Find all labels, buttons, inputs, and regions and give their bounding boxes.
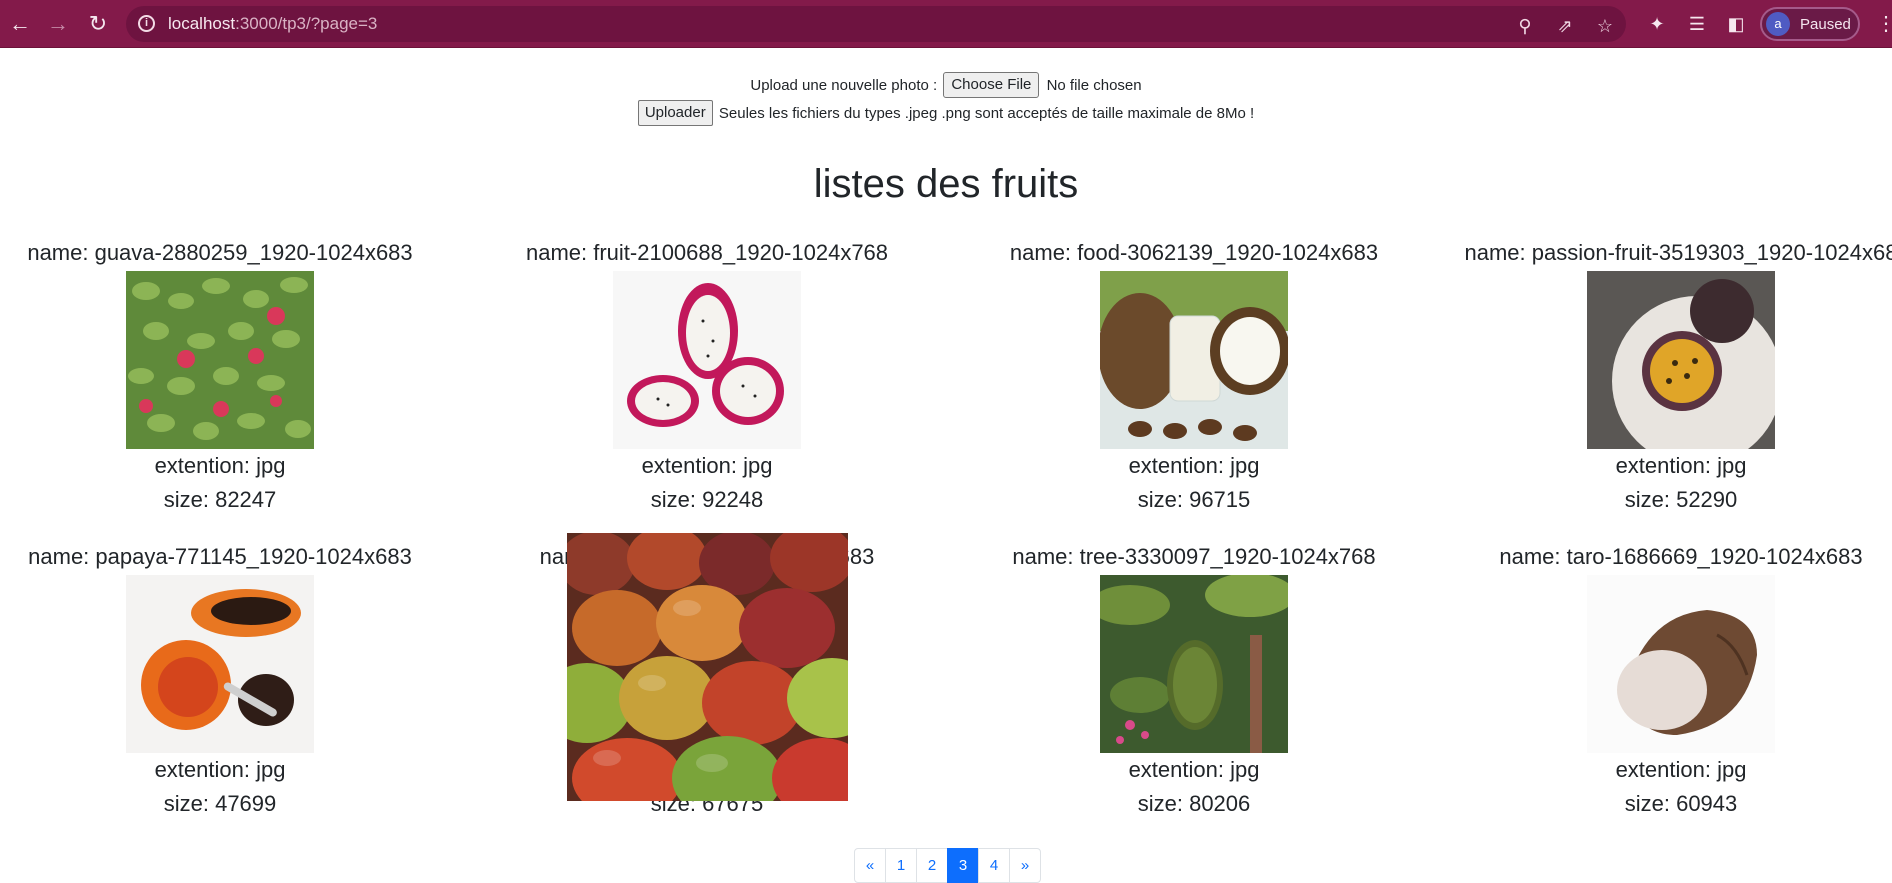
fruit-image-papaya[interactable] [126, 575, 314, 753]
pagination: « 1 2 3 4 » [854, 848, 1041, 883]
back-icon[interactable]: ← [6, 10, 34, 38]
fruit-extension: extention: jpg [1128, 757, 1260, 782]
fruit-name: name: food-3062139_1920-1024x683 [1009, 240, 1379, 265]
media-queue-icon[interactable]: ☰ [1685, 12, 1709, 36]
pagination-page-1[interactable]: 1 [885, 848, 917, 883]
browser-toolbar: ← → ↻ i localhost:3000/tp3/?page=3 ⚲ ⇗ ☆… [0, 0, 1892, 48]
pagination-page-4[interactable]: 4 [978, 848, 1010, 883]
fruit-name: name: passion-fruit-3519303_1920-1024x68 [1464, 240, 1892, 265]
fruit-card: name: fruit-2100688_1920-1024x768 extent… [477, 239, 937, 517]
fruit-image-passion-fruit[interactable] [1587, 271, 1775, 449]
fruit-extension: extention: jpg [154, 453, 286, 478]
menu-icon[interactable]: ⋮ [1876, 12, 1892, 36]
fruit-size: size: 80206 [1137, 791, 1251, 816]
fruit-card: name: tree-3330097_1920-1024x768 extenti… [964, 543, 1424, 821]
url-text[interactable]: localhost:3000/tp3/?page=3 [168, 14, 377, 34]
fruit-size: size: 92248 [650, 487, 764, 512]
choose-file-button[interactable]: Choose File [943, 72, 1040, 98]
upload-submit-row: Uploader Seules les fichiers du types .j… [0, 100, 1892, 126]
fruit-extension: extention: jpg [1615, 453, 1747, 478]
uploader-button[interactable]: Uploader [637, 100, 713, 126]
bookmark-star-icon[interactable]: ☆ [1594, 15, 1616, 37]
forward-icon[interactable]: → [44, 10, 72, 38]
fruit-size: size: 47699 [163, 791, 277, 816]
fruit-size: size: 52290 [1624, 487, 1738, 512]
fruit-name: name: guava-2880259_1920-1024x683 [27, 240, 413, 265]
fruit-card: name: food-3062139_1920-1024x683 extenti… [964, 239, 1424, 517]
fruit-extension: extention: jpg [154, 757, 286, 782]
pagination-page-3[interactable]: 3 [947, 848, 979, 883]
address-bar[interactable]: i localhost:3000/tp3/?page=3 ⚲ ⇗ ☆ [126, 6, 1626, 42]
fruit-card: name: taro-1686669_1920-1024x683 extenti… [1451, 543, 1892, 821]
fruit-size: size: 60943 [1624, 791, 1738, 816]
reload-icon[interactable]: ↻ [84, 10, 112, 38]
fruit-image-soursop-tree[interactable] [1100, 575, 1288, 753]
avatar: a [1766, 12, 1790, 36]
fruit-image-coconut[interactable] [1100, 271, 1288, 449]
fruit-image-taro[interactable] [1587, 575, 1775, 753]
upload-form-row: Upload une nouvelle photo : Choose File … [0, 72, 1892, 98]
fruit-name: name: taro-1686669_1920-1024x683 [1499, 544, 1863, 569]
fruit-extension: extention: jpg [641, 453, 773, 478]
site-info-icon[interactable]: i [138, 15, 155, 32]
profile-status: Paused [1800, 16, 1851, 33]
upload-label: Upload une nouvelle photo : [750, 76, 938, 94]
fruit-card: name: passion-fruit-3519303_1920-1024x68… [1451, 239, 1892, 517]
fruit-image-dragonfruit[interactable] [613, 271, 801, 449]
pagination-next[interactable]: » [1009, 848, 1041, 883]
fruit-card: name: papaya-771145_1920-1024x683 extent… [0, 543, 450, 821]
fruit-extension: extention: jpg [1128, 453, 1260, 478]
upload-note: Seules les fichiers du types .jpeg .png … [718, 104, 1255, 122]
pagination-prev[interactable]: « [854, 848, 886, 883]
fruit-name: name: tree-3330097_1920-1024x768 [1012, 544, 1376, 569]
file-status: No file chosen [1046, 76, 1142, 94]
side-panel-icon[interactable]: ◧ [1724, 12, 1748, 36]
extensions-icon[interactable]: ✦ [1645, 12, 1669, 36]
fruit-image-guava[interactable] [126, 271, 314, 449]
fruit-extension: extention: jpg [1615, 757, 1747, 782]
profile-button[interactable]: a Paused [1760, 7, 1860, 41]
fruit-card: name: guava-2880259_1920-1024x683 extent… [0, 239, 450, 517]
fruit-name: name: papaya-771145_1920-1024x683 [28, 544, 412, 569]
pagination-page-2[interactable]: 2 [916, 848, 948, 883]
fruit-size: size: 82247 [163, 487, 277, 512]
fruit-size: size: 96715 [1137, 487, 1251, 512]
share-icon[interactable]: ⇗ [1554, 15, 1576, 37]
zoom-icon[interactable]: ⚲ [1514, 15, 1536, 37]
fruit-image-mango-enlarged[interactable] [567, 533, 848, 801]
page-title: listes des fruits [813, 162, 1079, 206]
fruit-name: name: fruit-2100688_1920-1024x768 [525, 240, 889, 265]
